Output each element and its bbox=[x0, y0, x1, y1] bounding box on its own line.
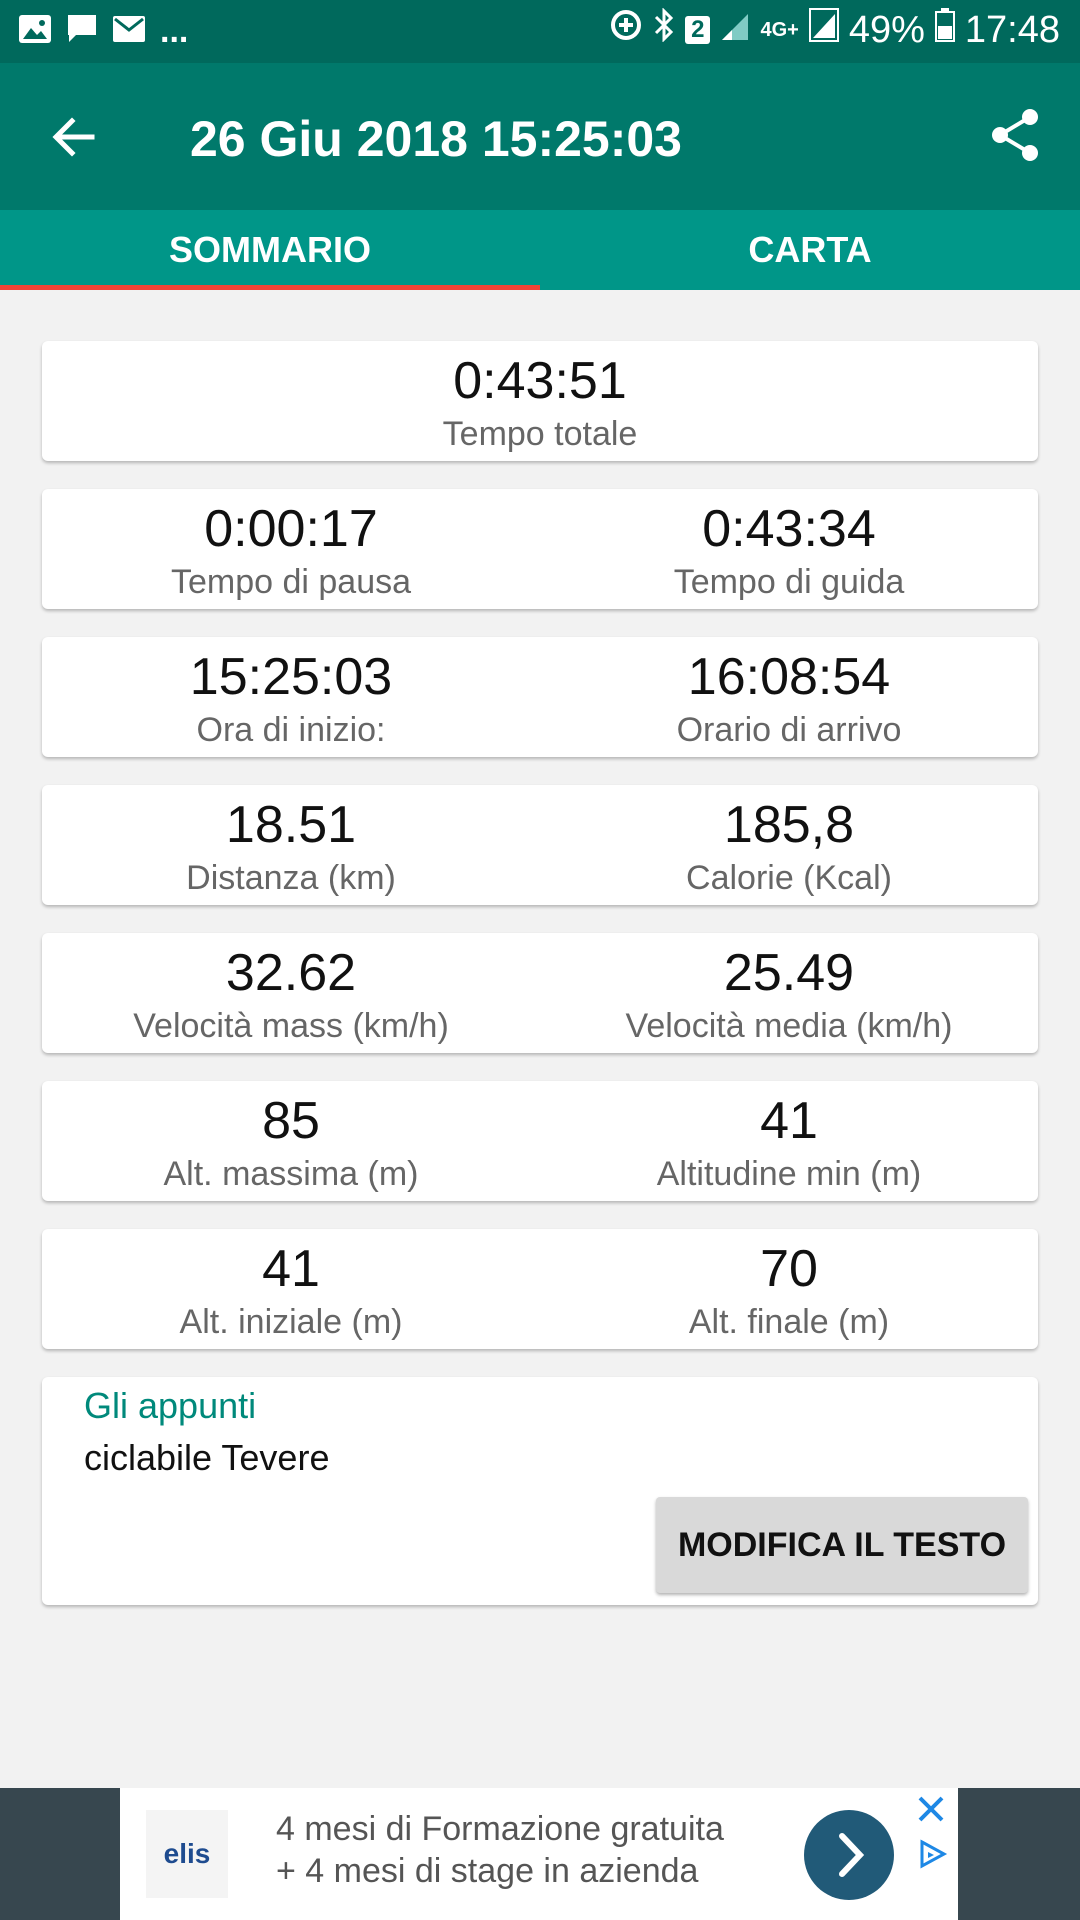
image-icon bbox=[18, 14, 52, 49]
stat-distance: 18.51 Distanza (km) bbox=[42, 785, 540, 905]
battery-icon bbox=[934, 8, 955, 52]
stat-min-altitude: 41 Altitudine min (m) bbox=[540, 1081, 1038, 1201]
clock: 17:48 bbox=[964, 8, 1060, 51]
app-bar: 26 Giu 2018 15:25:03 bbox=[0, 63, 1080, 210]
stat-start-time: 15:25:03 Ora di inizio: bbox=[42, 637, 540, 757]
stat-value: 18.51 bbox=[225, 796, 357, 854]
tab-carta[interactable]: CARTA bbox=[540, 210, 1080, 290]
stat-value: 25.49 bbox=[723, 944, 855, 1002]
tab-sommario[interactable]: SOMMARIO bbox=[0, 210, 540, 290]
stat-value: 185,8 bbox=[723, 796, 855, 854]
stat-label: Tempo di pausa bbox=[170, 563, 412, 601]
edit-text-button[interactable]: MODIFICA IL TESTO bbox=[656, 1497, 1028, 1593]
battery-percent: 49% bbox=[848, 8, 925, 51]
stat-value: 32.62 bbox=[225, 944, 357, 1002]
signal-weak-icon bbox=[720, 9, 750, 52]
signal-icon bbox=[808, 8, 839, 52]
stat-label: Orario di arrivo bbox=[676, 711, 902, 749]
ad-content[interactable]: elis 4 mesi di Formazione gratuita + 4 m… bbox=[120, 1788, 958, 1920]
notification-icons: ... bbox=[18, 12, 188, 51]
email-icon bbox=[112, 15, 146, 48]
total-time-value: 0:43:51 bbox=[453, 352, 627, 410]
notes-title: Gli appunti bbox=[84, 1385, 257, 1426]
back-button[interactable] bbox=[44, 107, 104, 167]
ad-choices-button[interactable] bbox=[916, 1838, 948, 1870]
ad-close-button[interactable] bbox=[914, 1792, 948, 1826]
ad-logo: elis bbox=[146, 1810, 228, 1898]
page-title: 26 Giu 2018 15:25:03 bbox=[190, 111, 682, 167]
ad-line-2: + 4 mesi di stage in azienda bbox=[276, 1852, 699, 1890]
stats-card-speed: 32.62 Velocità mass (km/h) 25.49 Velocit… bbox=[42, 933, 1038, 1053]
ad-banner: elis 4 mesi di Formazione gratuita + 4 m… bbox=[0, 1788, 1080, 1920]
bluetooth-icon bbox=[653, 7, 675, 52]
stat-calories: 185,8 Calorie (Kcal) bbox=[540, 785, 1038, 905]
ad-text: 4 mesi di Formazione gratuita + 4 mesi d… bbox=[276, 1808, 724, 1892]
stat-value: 0:00:17 bbox=[204, 500, 378, 558]
share-button[interactable] bbox=[986, 105, 1046, 165]
ad-choices-icon bbox=[920, 1839, 948, 1869]
arrow-back-icon bbox=[52, 117, 95, 157]
total-time: 0:43:51 Tempo totale bbox=[42, 341, 1038, 461]
network-type: 4G+ bbox=[760, 18, 799, 41]
stat-label: Distanza (km) bbox=[186, 859, 396, 897]
stat-max-speed: 32.62 Velocità mass (km/h) bbox=[42, 933, 540, 1053]
stat-label: Ora di inizio: bbox=[196, 711, 386, 749]
stat-value: 41 bbox=[760, 1092, 818, 1150]
stat-value: 16:08:54 bbox=[687, 648, 891, 706]
tab-bar: SOMMARIO CARTA bbox=[0, 210, 1080, 290]
stat-value: 0:43:34 bbox=[702, 500, 876, 558]
notes-card: Gli appunti ciclabile Tevere MODIFICA IL… bbox=[42, 1377, 1038, 1605]
stat-label: Velocità mass (km/h) bbox=[133, 1007, 449, 1045]
stat-value: 85 bbox=[262, 1092, 320, 1150]
share-icon bbox=[992, 109, 1038, 161]
stat-pause-time: 0:00:17 Tempo di pausa bbox=[42, 489, 540, 609]
stat-end-altitude: 70 Alt. finale (m) bbox=[540, 1229, 1038, 1349]
ad-line-1: 4 mesi di Formazione gratuita bbox=[276, 1810, 724, 1848]
stat-drive-time: 0:43:34 Tempo di guida bbox=[540, 489, 1038, 609]
stat-label: Alt. massima (m) bbox=[163, 1155, 419, 1193]
stat-value: 15:25:03 bbox=[189, 648, 393, 706]
total-time-card: 0:43:51 Tempo totale bbox=[42, 341, 1038, 461]
ad-open-button[interactable] bbox=[804, 1810, 894, 1900]
data-saver-icon bbox=[609, 8, 643, 52]
more-notifications: ... bbox=[160, 12, 189, 50]
stats-card-distance-calories: 18.51 Distanza (km) 185,8 Calorie (Kcal) bbox=[42, 785, 1038, 905]
stat-label: Altitudine min (m) bbox=[656, 1155, 922, 1193]
stat-label: Calorie (Kcal) bbox=[686, 859, 892, 897]
stat-label: Velocità media (km/h) bbox=[625, 1007, 953, 1045]
stats-card-altitude-range: 85 Alt. massima (m) 41 Altitudine min (m… bbox=[42, 1081, 1038, 1201]
stat-start-altitude: 41 Alt. iniziale (m) bbox=[42, 1229, 540, 1349]
stat-avg-speed: 25.49 Velocità media (km/h) bbox=[540, 933, 1038, 1053]
message-icon bbox=[66, 13, 98, 50]
chevron-right-icon bbox=[839, 1833, 865, 1877]
notes-text: ciclabile Tevere bbox=[84, 1437, 330, 1478]
total-time-label: Tempo totale bbox=[442, 415, 638, 453]
stat-max-altitude: 85 Alt. massima (m) bbox=[42, 1081, 540, 1201]
stat-label: Tempo di guida bbox=[673, 563, 905, 601]
stat-label: Alt. finale (m) bbox=[688, 1303, 890, 1341]
stat-value: 41 bbox=[262, 1240, 320, 1298]
stat-arrival-time: 16:08:54 Orario di arrivo bbox=[540, 637, 1038, 757]
stats-card-start-end: 15:25:03 Ora di inizio: 16:08:54 Orario … bbox=[42, 637, 1038, 757]
stats-card-altitude-start-end: 41 Alt. iniziale (m) 70 Alt. finale (m) bbox=[42, 1229, 1038, 1349]
stats-card-pause-drive: 0:00:17 Tempo di pausa 0:43:34 Tempo di … bbox=[42, 489, 1038, 609]
stat-label: Alt. iniziale (m) bbox=[179, 1303, 403, 1341]
status-bar: ... 2 4G+ 49% 17:48 bbox=[0, 0, 1080, 63]
sim-slot-badge: 2 bbox=[685, 16, 711, 44]
stat-value: 70 bbox=[760, 1240, 818, 1298]
system-icons: 2 4G+ 49% 17:48 bbox=[609, 7, 1060, 52]
close-icon bbox=[918, 1796, 944, 1822]
